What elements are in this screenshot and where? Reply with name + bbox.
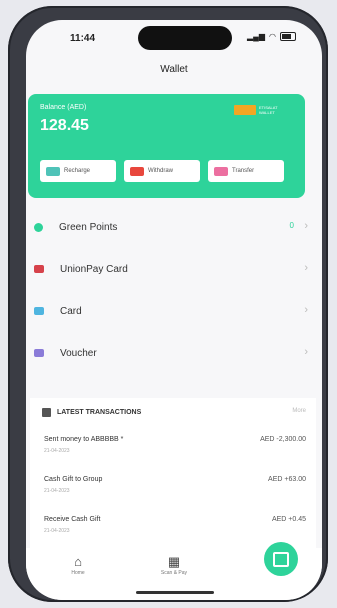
transaction-amount: AED +63.00 <box>268 476 306 483</box>
menu-item-unionpay-card[interactable]: UnionPay Card › <box>30 248 316 290</box>
tab-scan-pay[interactable]: ▦ Scan & Pay <box>144 554 204 576</box>
status-time: 11:44 <box>70 33 96 44</box>
list-icon <box>42 407 51 417</box>
status-bar: 11:44 ▂▄▆ ◠ <box>26 20 322 54</box>
menu-item-label: Card <box>60 305 82 317</box>
transactions-title: LATEST TRANSACTIONS <box>57 408 142 416</box>
withdraw-button[interactable]: Withdraw <box>124 160 200 182</box>
transaction-amount: AED +0.45 <box>271 516 306 523</box>
transaction-row[interactable]: Cash Gift to Group 21-04-2023 AED +63.00 <box>30 466 316 506</box>
qr-code-icon: ▦ <box>167 554 181 569</box>
transaction-date: 21-04-2023 <box>44 528 70 534</box>
home-icon: ⌂ <box>74 554 82 569</box>
page-title: Wallet <box>160 64 188 75</box>
screen: 11:44 ▂▄▆ ◠ Wallet Balance (AED) 128.45 … <box>26 20 322 600</box>
card-icon <box>34 307 44 315</box>
wallet-logo: ETISALAT WALLET <box>234 105 291 115</box>
balance-amount: 128.45 <box>40 117 89 134</box>
chevron-right-icon: › <box>304 346 308 358</box>
menu-item-label: UnionPay Card <box>60 263 128 275</box>
unionpay-card-icon <box>34 265 44 273</box>
chevron-right-icon: › <box>304 262 308 274</box>
dynamic-island <box>138 26 232 50</box>
transaction-date: 21-04-2023 <box>44 448 70 454</box>
card-actions: Recharge Withdraw Transfer <box>40 160 284 182</box>
balance-label: Balance (AED) <box>40 104 87 111</box>
tab-label: Home <box>71 570 85 576</box>
signal-icon: ▂▄▆ <box>247 32 266 41</box>
recharge-button[interactable]: Recharge <box>40 160 116 182</box>
menu-item-label: Voucher <box>60 347 97 359</box>
transaction-name: Sent money to ABBBBB * <box>44 436 124 443</box>
transaction-name: Receive Cash Gift <box>44 516 101 523</box>
logo-text: ETISALAT WALLET <box>259 105 278 115</box>
withdraw-icon <box>130 166 144 176</box>
menu-item-label: Green Points <box>59 221 118 233</box>
green-points-value: 0 <box>289 221 294 230</box>
status-icons: ▂▄▆ ◠ <box>247 32 296 41</box>
home-indicator <box>136 591 214 594</box>
tab-bar: ⌂ Home ▦ Scan & Pay <box>26 542 322 600</box>
logo-icon <box>234 105 256 115</box>
balance-card[interactable]: Balance (AED) 128.45 ETISALAT WALLET Rec… <box>28 94 305 198</box>
transfer-button[interactable]: Transfer <box>208 160 284 182</box>
phone-frame: 11:44 ▂▄▆ ◠ Wallet Balance (AED) 128.45 … <box>8 6 328 602</box>
menu-item-green-points[interactable]: Green Points 0 › <box>30 206 316 248</box>
transactions-more-link[interactable]: More <box>292 408 306 414</box>
recharge-icon <box>46 166 60 176</box>
transaction-row[interactable]: Receive Cash Gift 21-04-2023 AED +0.45 <box>30 506 316 546</box>
wallet-icon <box>273 551 289 567</box>
latest-transactions: LATEST TRANSACTIONS More Sent money to A… <box>30 398 316 548</box>
transaction-amount: AED -2,300.00 <box>260 436 306 443</box>
voucher-icon <box>34 349 44 357</box>
wallet-fab-button[interactable] <box>264 542 298 576</box>
leaf-icon <box>34 222 43 232</box>
wallet-menu: Green Points 0 › UnionPay Card › Card › … <box>30 206 316 374</box>
menu-item-voucher[interactable]: Voucher › <box>30 332 316 374</box>
chevron-right-icon: › <box>304 220 308 232</box>
transactions-header: LATEST TRANSACTIONS More <box>30 398 316 426</box>
tab-label: Scan & Pay <box>160 570 188 576</box>
transaction-date: 21-04-2023 <box>44 488 70 494</box>
chevron-right-icon: › <box>304 304 308 316</box>
wifi-icon: ◠ <box>269 32 276 41</box>
transaction-name: Cash Gift to Group <box>44 476 103 483</box>
transfer-icon <box>214 166 228 176</box>
tab-home[interactable]: ⌂ Home <box>48 554 108 576</box>
battery-icon <box>280 32 296 41</box>
transaction-row[interactable]: Sent money to ABBBBB * 21-04-2023 AED -2… <box>30 426 316 466</box>
menu-item-card[interactable]: Card › <box>30 290 316 332</box>
